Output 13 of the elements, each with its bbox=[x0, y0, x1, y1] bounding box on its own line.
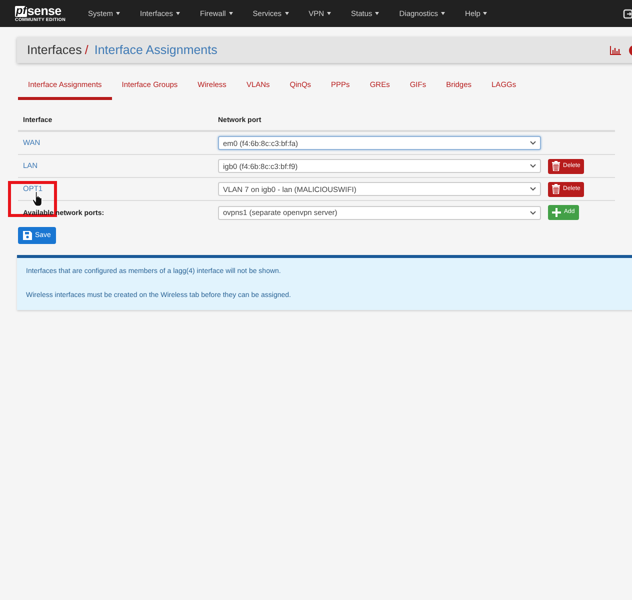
chevron-down-icon bbox=[530, 164, 536, 168]
trash-icon bbox=[552, 184, 560, 194]
hand-cursor-icon bbox=[32, 191, 44, 208]
plus-icon bbox=[552, 208, 561, 218]
chevron-down-icon bbox=[530, 187, 536, 192]
chart-icon[interactable] bbox=[610, 46, 621, 54]
chevron-down-icon bbox=[530, 141, 536, 146]
breadcrumb-link[interactable]: Interface Assignments bbox=[94, 40, 218, 60]
breadcrumb-separator: / bbox=[84, 42, 88, 59]
trash-icon bbox=[552, 161, 560, 172]
breadcrumb-parent: Interfaces bbox=[27, 42, 82, 59]
logout-icon[interactable] bbox=[623, 8, 632, 18]
chevron-down-icon bbox=[530, 210, 536, 215]
